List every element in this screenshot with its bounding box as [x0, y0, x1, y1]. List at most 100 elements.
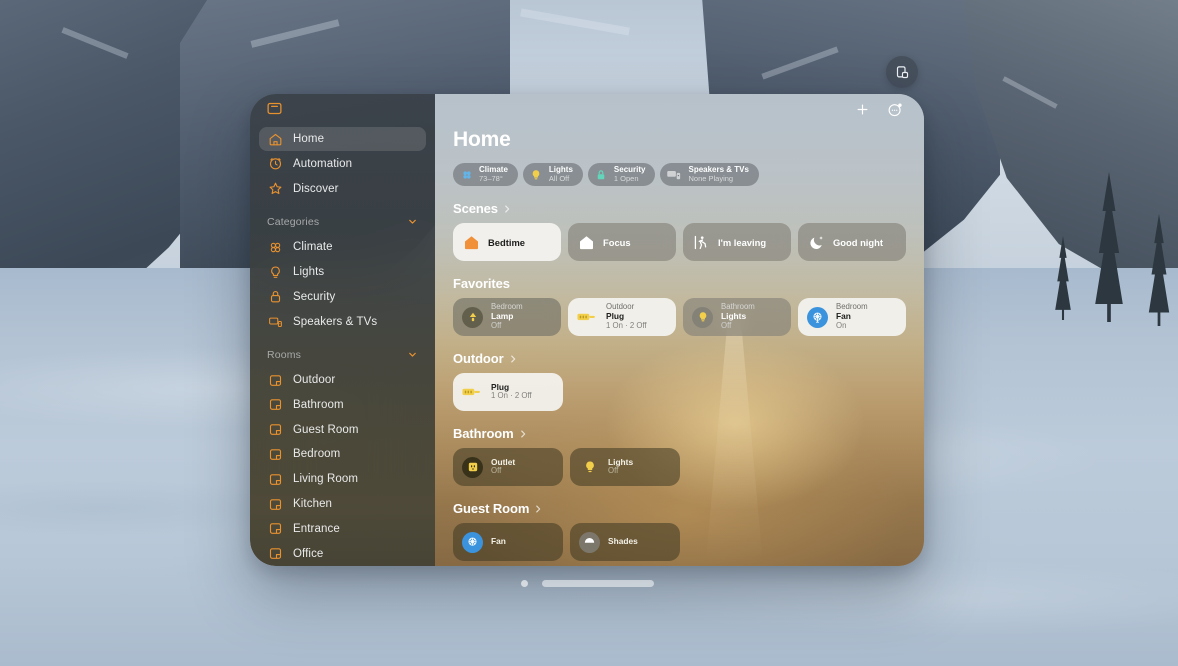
chevron-down-icon — [409, 353, 416, 358]
accessory-card-guest-room-fan[interactable]: Fan — [453, 523, 563, 561]
sidebar-section-label: Categories — [267, 215, 320, 228]
pill-status: None Playing — [688, 173, 734, 183]
status-pill-climate[interactable]: Climate 73–78° — [453, 163, 518, 186]
outdoor-card-row: Plug 1 On · 2 Off — [453, 373, 906, 411]
status-pill-lights[interactable]: Lights All Off — [522, 163, 583, 186]
sidebar-item-office[interactable]: Office — [259, 541, 426, 566]
sidebar-section-label: Rooms — [267, 348, 302, 361]
house-icon — [267, 131, 283, 147]
add-button[interactable] — [853, 101, 871, 119]
room-icon — [267, 521, 283, 537]
accessory-card-bedroom-lamp[interactable]: Bedroom Lamp Off — [453, 298, 561, 336]
home-app-icon — [267, 103, 282, 115]
card-status: Off — [608, 466, 619, 476]
accessory-card-bathroom-lights[interactable]: Bathroom Lights Off — [683, 298, 791, 336]
scene-card-row: Bedtime Focus I'm leaving Good night — [453, 223, 906, 261]
sidebar-item-home[interactable]: Home — [259, 126, 426, 152]
sidebar-item-bedroom[interactable]: Bedroom — [259, 442, 426, 467]
sidebar-item-bathroom[interactable]: Bathroom — [259, 393, 426, 418]
scene-card-focus[interactable]: Focus — [568, 223, 676, 261]
fan-icon — [462, 531, 483, 553]
section-header-favorites: Favorites — [453, 276, 906, 291]
sidebar-item-label: Outdoor — [293, 374, 336, 387]
scene-label: Good night — [833, 236, 883, 248]
section-title: Outdoor — [453, 351, 504, 366]
sidebar-item-guest-room[interactable]: Guest Room — [259, 417, 426, 442]
room-icon — [267, 496, 283, 512]
sidebar-item-living-room[interactable]: Living Room — [259, 467, 426, 492]
sidebar-item-label: Climate — [293, 241, 333, 254]
bulb-icon — [692, 306, 713, 328]
scene-label: Focus — [603, 236, 631, 248]
card-status: 1 On · 2 Off — [606, 320, 647, 330]
accessory-card-bedroom-fan[interactable]: Bedroom Fan On — [798, 298, 906, 336]
sidebar-item-automation[interactable]: Automation — [259, 151, 426, 176]
more-options-button[interactable] — [886, 101, 904, 119]
more-circle-icon — [888, 102, 902, 116]
sidebar-item-label: Automation — [293, 157, 353, 170]
sidebar-item-security[interactable]: Security — [259, 284, 426, 309]
accessory-card-outdoor-plug-section[interactable]: Plug 1 On · 2 Off — [453, 373, 563, 411]
pill-status: 1 Open — [613, 173, 639, 183]
tv-icon — [667, 168, 682, 181]
card-status: 1 On · 2 Off — [491, 391, 532, 401]
sidebar-item-entrance[interactable]: Entrance — [259, 516, 426, 541]
lock-icon — [267, 289, 283, 305]
sidebar-item-kitchen[interactable]: Kitchen — [259, 492, 426, 517]
scene-card-good-night[interactable]: Good night — [798, 223, 906, 261]
tv-icon — [267, 314, 283, 330]
sidebar: Home Automation Discover Categories Clim… — [250, 94, 435, 566]
sidebar-item-speakers-tvs[interactable]: Speakers & TVs — [259, 309, 426, 334]
section-title: Scenes — [453, 201, 498, 216]
scene-label: I'm leaving — [718, 236, 767, 248]
section-title: Guest Room — [453, 501, 530, 516]
bathroom-card-row: Outlet Off Lights Off — [453, 448, 906, 486]
room-icon — [267, 372, 283, 388]
app-icon-row — [259, 94, 426, 124]
plug-icon — [577, 307, 598, 328]
card-status: Off — [721, 320, 732, 330]
sidebar-item-label: Bedroom — [293, 448, 341, 461]
scene-card-im-leaving[interactable]: I'm leaving — [683, 223, 791, 261]
accessory-card-bathroom-lights-section[interactable]: Lights Off — [570, 448, 680, 486]
fan-icon — [807, 306, 828, 328]
sidebar-item-lights[interactable]: Lights — [259, 260, 426, 285]
sidebar-item-label: Living Room — [293, 473, 359, 486]
card-name: Shades — [608, 536, 638, 547]
section-header-guest-room[interactable]: Guest Room — [453, 501, 906, 516]
window-chrome-bar — [250, 574, 924, 592]
sidebar-section-categories[interactable]: Categories — [259, 209, 426, 235]
share-window-button[interactable] — [886, 56, 918, 88]
page-indicator-dot[interactable] — [520, 579, 528, 587]
accessory-card-bathroom-outlet[interactable]: Outlet Off — [453, 448, 563, 486]
room-icon — [267, 471, 283, 487]
sidebar-item-label: Bathroom — [293, 398, 344, 411]
pill-status: All Off — [548, 173, 570, 183]
status-pill-security[interactable]: Security 1 Open — [587, 163, 656, 186]
clock-icon — [267, 156, 283, 172]
status-pill-row: Climate 73–78° Lights All Off Security 1… — [453, 163, 906, 186]
card-name: Fan — [491, 536, 506, 547]
page-title: Home — [453, 128, 511, 151]
sidebar-section-rooms[interactable]: Rooms — [259, 342, 426, 368]
window-resize-grip[interactable] — [541, 579, 654, 587]
room-icon — [267, 546, 283, 562]
section-header-scenes[interactable]: Scenes — [453, 201, 906, 216]
section-header-outdoor[interactable]: Outdoor — [453, 351, 906, 366]
status-pill-speakers-tvs[interactable]: Speakers & TVs None Playing — [660, 163, 759, 186]
sidebar-item-label: Home — [293, 133, 325, 146]
sidebar-item-climate[interactable]: Climate — [259, 235, 426, 260]
plus-icon — [857, 104, 867, 115]
sidebar-item-outdoor[interactable]: Outdoor — [259, 368, 426, 393]
accessory-card-outdoor-plug[interactable]: Outdoor Plug 1 On · 2 Off — [568, 298, 676, 336]
fan-icon — [267, 239, 283, 255]
section-header-bathroom[interactable]: Bathroom — [453, 426, 906, 441]
accessory-card-guest-room-shades[interactable]: Shades — [570, 523, 680, 561]
scene-card-bedtime[interactable]: Bedtime — [453, 223, 561, 261]
room-icon — [267, 397, 283, 413]
chevron-right-icon — [533, 504, 543, 514]
sidebar-item-discover[interactable]: Discover — [259, 176, 426, 201]
card-status: Off — [491, 320, 502, 330]
sidebar-item-label: Entrance — [293, 522, 340, 535]
star-icon — [267, 181, 283, 197]
